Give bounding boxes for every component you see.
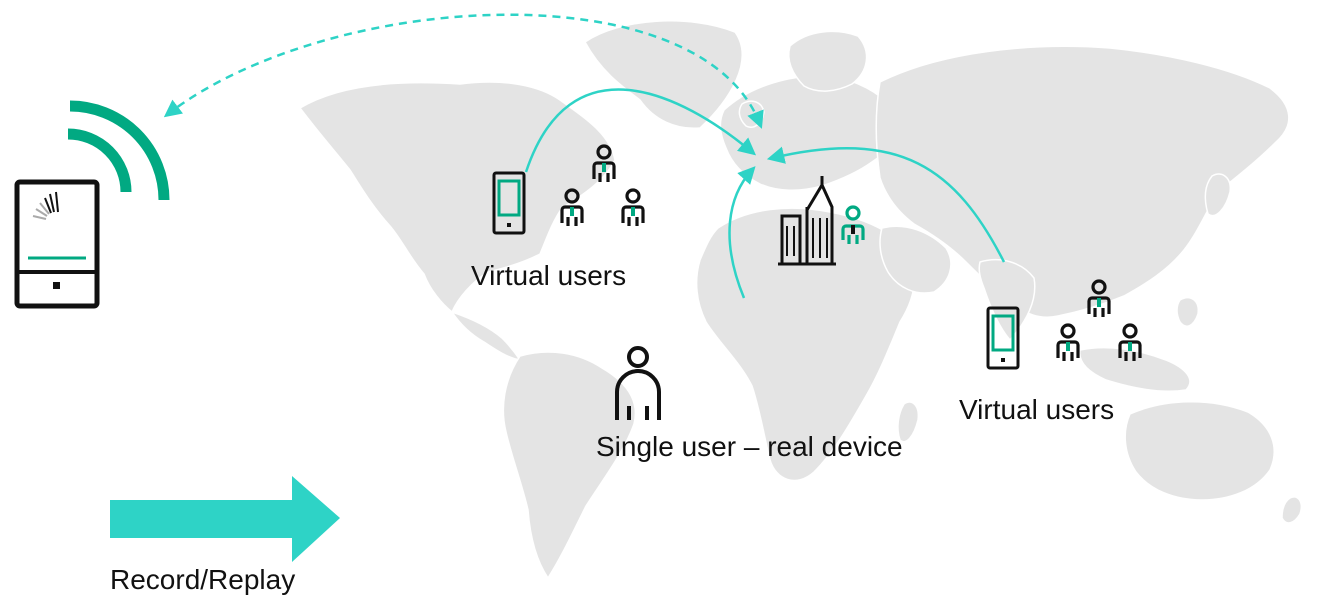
right-arrow-icon (110, 476, 340, 562)
mobile-phone-icon (14, 179, 100, 309)
wifi-signal-icon (67, 100, 170, 201)
tablet-icon (986, 306, 1020, 370)
world-map (299, 20, 1302, 579)
virtual-users-americas-label: Virtual users (471, 260, 627, 291)
world-map-diagram (14, 13, 1302, 579)
virtual-users-asia-label: Virtual users (959, 394, 1115, 425)
bottom-left-label: Record/Replay (110, 564, 296, 595)
single-user-label: Single user – real device (596, 431, 903, 462)
